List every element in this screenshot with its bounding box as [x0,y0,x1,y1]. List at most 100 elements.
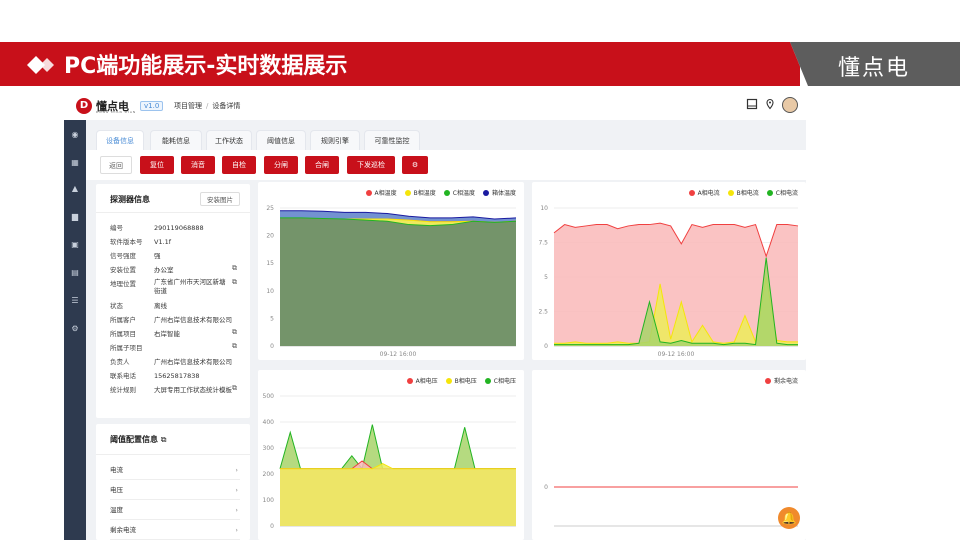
edit-icon[interactable]: ⧉ [232,264,237,273]
info-key: 状态 [110,302,123,310]
chevron-right-icon: › [235,466,238,474]
threshold-item[interactable]: 电压 › [110,480,240,500]
alarm-icon[interactable]: ▲ [64,184,86,193]
device-icon[interactable]: ▣ [64,240,86,249]
app-subname: DONG DIAN DIAN [96,110,137,114]
tab-rule-engine[interactable]: 规则引擎 [310,130,360,150]
y-tick-label: 7.5 [538,240,548,247]
toolbar: 返回 复位 消音 自检 分闸 合闸 下发巡检 ⚙ [86,150,806,180]
info-key: 安装位置 [110,266,136,274]
info-row: 编号 290119068888 [110,222,204,232]
edit-icon[interactable]: ⧉ [232,384,237,393]
detector-info-panel: 探测器信息 安装图片 编号 290119068888 软件版本号 V1.1f 信号强度 强… [96,184,250,418]
y-tick-label: 0 [270,523,274,530]
info-value: 办公室 [154,266,174,274]
notification-bell-icon[interactable]: 🔔 [778,507,800,529]
y-tick-label: 300 [263,445,275,452]
series-line[interactable] [280,463,516,470]
send-patrol-button[interactable]: 下发巡检 [347,156,395,174]
info-row: 所属子项目 ⧉ [110,342,237,352]
grid-icon[interactable]: ▦ [64,158,86,167]
diamond-icon [27,56,54,74]
tab-device-info[interactable]: 设备信息 [96,130,144,150]
top-icons [746,97,798,113]
banner-brand: 懂点电 [838,56,911,81]
slide-banner: PC端功能展示-实时数据展示 懂点电 [0,42,960,86]
breadcrumb: 项目管理 / 设备详情 [174,102,241,110]
tab-bar: 设备信息 能耗信息 工作状态 阈值信息 规则引擎 可靠性监控 [86,120,806,150]
info-value: 强 [154,252,161,260]
self-test-button[interactable]: 自检 [222,156,256,174]
settings-button[interactable]: ⚙ [402,156,428,174]
edit-icon[interactable]: ⧉ [232,278,237,287]
y-tick-label: 15 [266,260,274,267]
info-row: 软件版本号 V1.1f [110,236,171,246]
edit-icon[interactable]: ⧉ [161,435,167,444]
threshold-item[interactable]: 温度 › [110,500,240,520]
chart-plot: 0 5 10 15 20 25 09-12 16:00 [266,205,517,358]
chevron-right-icon: › [235,506,238,514]
info-key: 联系电话 [110,372,136,380]
info-value: 15625817838 [154,372,200,380]
building-icon[interactable]: ▆ [64,212,86,221]
open-switch-button[interactable]: 分闸 [264,156,298,174]
banner-title: PC端功能展示-实时数据展示 [64,54,348,79]
info-key: 所属项目 [110,330,136,338]
threshold-panel: 阈值配置信息 ⧉ 电流 › 电压 › 温度 › 剩余电流 › [96,424,250,540]
info-row: 统计规则 大屏专用工作状态统计模板 ⧉ [110,384,237,394]
info-value: V1.1f [154,238,172,246]
info-row: 所属客户 广州右岸信息技术有限公司 [110,314,232,324]
y-tick-label: 5 [270,315,274,322]
version-badge: v1.0 [140,101,164,111]
settings-icon[interactable]: ⚙ [64,324,86,333]
close-switch-button[interactable]: 合闸 [305,156,339,174]
dashboard-icon[interactable]: ◉ [64,130,86,139]
series-line[interactable] [279,424,516,470]
y-tick-label: 100 [263,497,275,504]
y-tick-label: 0 [270,343,274,350]
mute-button[interactable]: 消音 [181,156,215,174]
edit-icon[interactable]: ⧉ [232,328,237,337]
y-tick-label: 0 [544,484,548,491]
residual-current-chart: 剩余电流 0 [532,370,806,540]
breadcrumb-item[interactable]: 项目管理 [174,102,202,110]
sidebar: ◉ ▦ ▲ ▆ ▣ ▤ ☰ ⚙ [64,120,86,540]
y-tick-label: 5 [544,274,548,281]
tab-work-status[interactable]: 工作状态 [206,130,252,150]
info-key: 编号 [110,224,123,232]
list-icon[interactable]: ☰ [64,296,86,305]
threshold-item-label: 剩余电流 [110,526,136,534]
series-line[interactable] [280,460,516,470]
tab-threshold[interactable]: 阈值信息 [256,130,306,150]
document-icon[interactable]: ▤ [64,268,86,277]
temperature-chart: A相温度 B相温度 C相温度 箱体温度 0 5 10 15 20 25 09-12 16:00 [258,182,524,360]
divider [96,454,250,455]
install-image-button[interactable]: 安装图片 [200,192,240,206]
map-pin-icon[interactable] [764,98,776,113]
tab-energy[interactable]: 能耗信息 [150,130,202,150]
info-value: 广州右岸信息技术有限公司 [154,316,232,324]
info-key: 软件版本号 [110,238,143,246]
threshold-item[interactable]: 电流 › [110,460,240,480]
threshold-item-label: 温度 [110,506,123,514]
y-tick-label: 25 [266,205,274,212]
book-icon[interactable] [746,98,758,113]
tab-reliability[interactable]: 可靠性监控 [364,130,420,150]
app-logo[interactable]: D [76,98,92,114]
chevron-right-icon: › [235,486,238,494]
edit-icon[interactable]: ⧉ [232,342,237,351]
info-row: 所属项目 右岸智能 ⧉ [110,328,237,338]
y-tick-label: 500 [263,393,275,400]
info-key: 统计规则 [110,386,136,394]
avatar[interactable] [782,97,798,113]
threshold-item-label: 电流 [110,466,123,474]
threshold-item-label: 电压 [110,486,123,494]
info-value: 广东省广州市天河区新塘街道 [154,278,226,295]
back-button[interactable]: 返回 [100,156,132,174]
info-row: 地理位置 广东省广州市天河区新塘街道 ⧉ [110,278,237,296]
threshold-item[interactable]: 剩余电流 › [110,520,240,540]
info-value: 290119068888 [154,224,204,232]
reset-button[interactable]: 复位 [140,156,174,174]
info-row: 负责人 广州右岸信息技术有限公司 [110,356,232,366]
y-tick-label: 20 [266,233,274,240]
